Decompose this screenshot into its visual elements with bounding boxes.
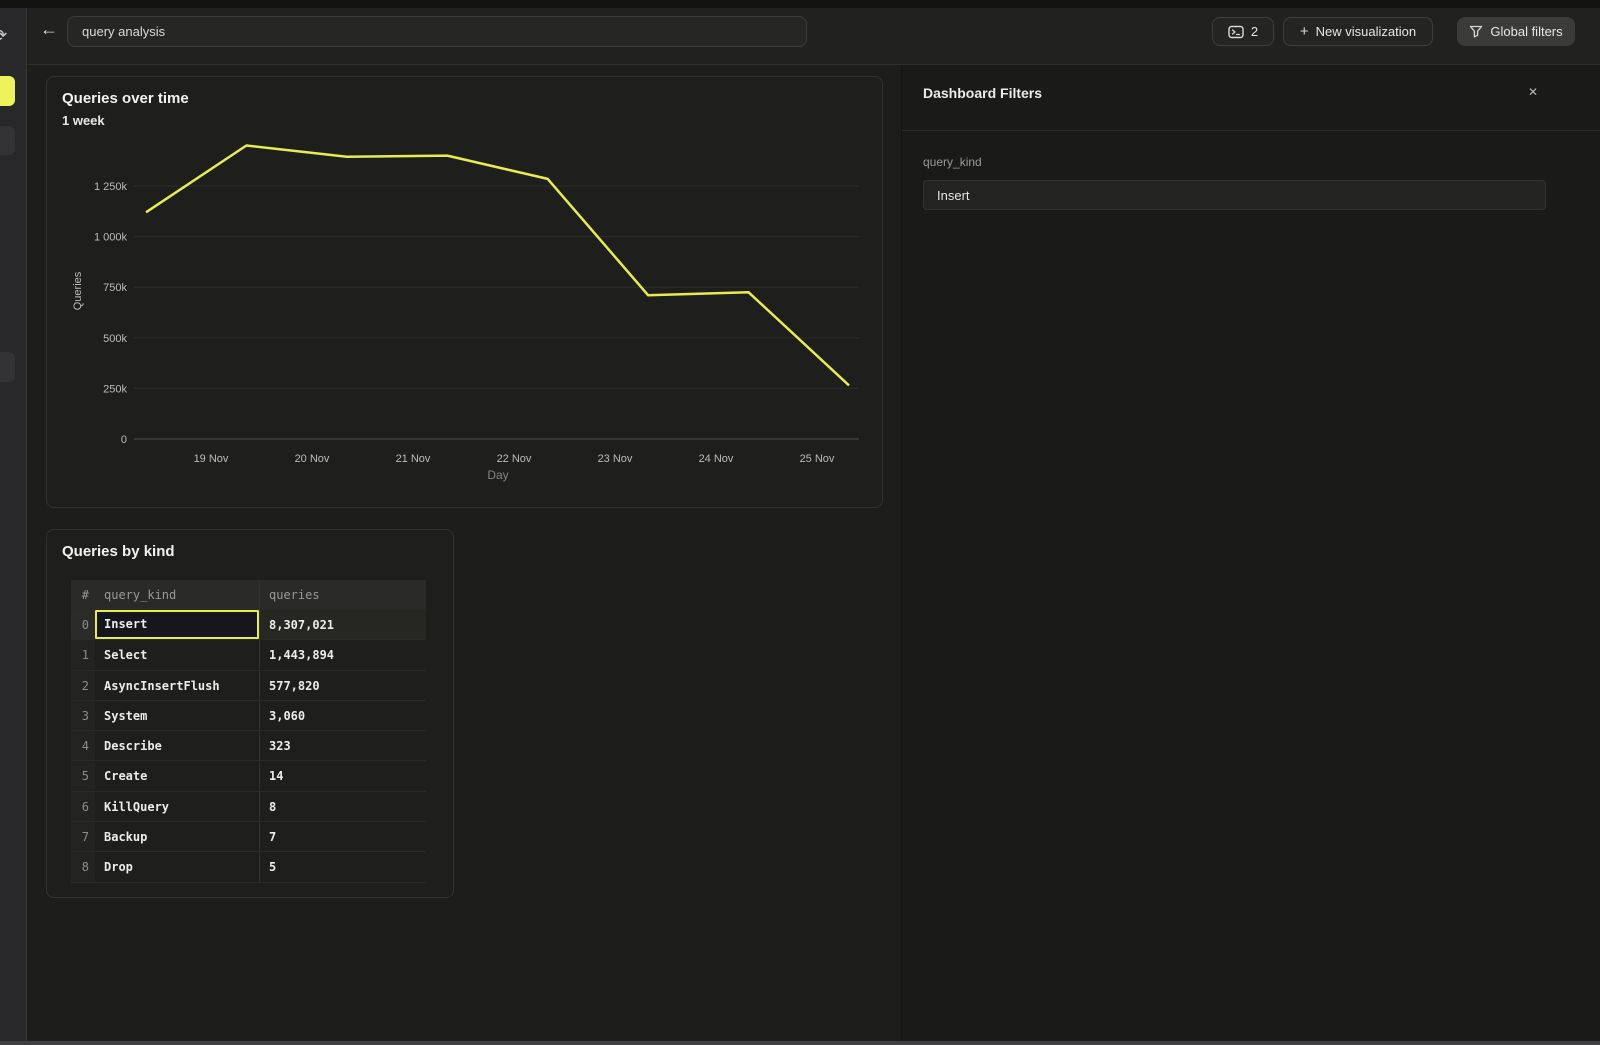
y-tick-label: 750k (103, 282, 127, 294)
filter-field-label: query_kind (923, 155, 1546, 169)
dashboard-title-input[interactable] (67, 16, 807, 47)
row-index: 5 (71, 761, 95, 790)
query-kind-cell[interactable]: KillQuery (95, 792, 259, 821)
y-tick-label: 1 250k (94, 181, 128, 193)
x-tick-label: 19 Nov (194, 453, 229, 465)
table-row[interactable]: 4Describe323 (71, 731, 426, 761)
query-kind-cell[interactable]: Drop (95, 852, 259, 881)
table-row[interactable]: 0Insert8,307,021 (71, 610, 426, 640)
row-index: 2 (71, 671, 95, 700)
x-tick-label: 20 Nov (295, 453, 330, 465)
dashboard-canvas: Queries over time 1 week 1 250k1 000k750… (28, 65, 901, 1041)
x-tick-label: 25 Nov (800, 453, 835, 465)
table-title: Queries by kind (62, 543, 175, 560)
x-tick-label: 24 Nov (699, 453, 734, 465)
query-kind-filter-input[interactable]: Insert (923, 180, 1546, 210)
row-index: 0 (71, 610, 95, 639)
rail-item[interactable] (0, 352, 15, 382)
row-index: 8 (71, 852, 95, 881)
left-rail: ⟳ (0, 8, 27, 1041)
filters-panel-body: query_kind Insert (902, 131, 1600, 210)
queries-line-series (146, 146, 849, 386)
row-index: 7 (71, 822, 95, 851)
table-row[interactable]: 8Drop5 (71, 852, 426, 882)
new-visualization-label: New visualization (1316, 24, 1416, 39)
query-kind-cell[interactable]: Create (95, 761, 259, 790)
queries-count-cell: 577,820 (259, 671, 426, 700)
table-row[interactable]: 3System3,060 (71, 701, 426, 731)
y-axis-title: Queries (72, 271, 84, 310)
back-arrow-icon[interactable]: ← (40, 20, 58, 38)
query-kind-cell[interactable]: Backup (95, 822, 259, 851)
funnel-icon (1469, 25, 1483, 38)
queries-count-cell: 1,443,894 (259, 640, 426, 669)
table-row[interactable]: 1Select1,443,894 (71, 640, 426, 670)
y-tick-label: 500k (103, 333, 127, 345)
table-row[interactable]: 6KillQuery8 (71, 792, 426, 822)
rail-item-active[interactable] (0, 76, 15, 106)
console-icon (1228, 25, 1244, 39)
x-tick-label: 22 Nov (497, 453, 532, 465)
query-kind-cell-selected[interactable]: Insert (95, 610, 259, 639)
new-visualization-button[interactable]: + New visualization (1283, 17, 1433, 46)
column-header-index[interactable]: # (71, 580, 95, 610)
column-header-query-kind[interactable]: query_kind (95, 580, 259, 610)
window-bottom-strip (0, 1041, 1600, 1045)
filters-panel-title: Dashboard Filters (923, 85, 1042, 101)
queries-count-cell: 5 (259, 852, 426, 881)
table-body: 0Insert8,307,0211Select1,443,8942AsyncIn… (71, 610, 426, 883)
queries-over-time-card: Queries over time 1 week 1 250k1 000k750… (46, 76, 883, 508)
queries-count-cell: 8 (259, 792, 426, 821)
queries-count-cell: 8,307,021 (259, 610, 426, 639)
queries-count-cell: 3,060 (259, 701, 426, 730)
x-tick-label: 21 Nov (396, 453, 431, 465)
close-icon[interactable]: ✕ (1528, 85, 1538, 99)
query-kind-cell[interactable]: AsyncInsertFlush (95, 671, 259, 700)
column-header-queries[interactable]: queries (259, 580, 426, 610)
queries-count-cell: 323 (259, 731, 426, 760)
table-header-row: # query_kind queries (71, 580, 426, 610)
window-top-strip (0, 0, 1600, 8)
queries-by-kind-card: Queries by kind # query_kind queries 0In… (46, 529, 454, 898)
x-tick-label: 23 Nov (598, 453, 633, 465)
x-axis-title: Day (487, 468, 508, 482)
queries-count-cell: 14 (259, 761, 426, 790)
row-index: 3 (71, 701, 95, 730)
query-kind-cell[interactable]: System (95, 701, 259, 730)
row-index: 6 (71, 792, 95, 821)
dashboard-filters-panel: Dashboard Filters ✕ query_kind Insert (901, 65, 1600, 1041)
query-tabs-count-button[interactable]: 2 (1212, 17, 1274, 46)
row-index: 1 (71, 640, 95, 669)
y-tick-label: 250k (103, 383, 127, 395)
rail-item[interactable] (0, 126, 15, 155)
global-filters-button[interactable]: Global filters (1457, 17, 1575, 46)
global-filters-label: Global filters (1490, 24, 1562, 39)
row-index: 4 (71, 731, 95, 760)
plus-icon: + (1300, 23, 1309, 40)
query-kind-cell[interactable]: Select (95, 640, 259, 669)
query-kind-filter-value: Insert (937, 188, 970, 203)
queries-by-kind-table: # query_kind queries 0Insert8,307,0211Se… (71, 580, 426, 883)
y-tick-label: 0 (121, 434, 127, 446)
query-kind-cell[interactable]: Describe (95, 731, 259, 760)
top-bar: ← 2 + New visualization Global filters (28, 8, 1600, 65)
refresh-icon[interactable]: ⟳ (0, 26, 7, 46)
query-tabs-count-label: 2 (1251, 24, 1258, 39)
filters-panel-header: Dashboard Filters ✕ (902, 65, 1600, 131)
table-row[interactable]: 5Create14 (71, 761, 426, 791)
table-row[interactable]: 7Backup7 (71, 822, 426, 852)
line-chart[interactable]: 1 250k 1 000k 750k 500k 250k 0 19 Nov 20 Nov 21 … (47, 77, 884, 509)
table-row[interactable]: 2AsyncInsertFlush577,820 (71, 671, 426, 701)
y-tick-label: 1 000k (94, 232, 128, 244)
queries-count-cell: 7 (259, 822, 426, 851)
